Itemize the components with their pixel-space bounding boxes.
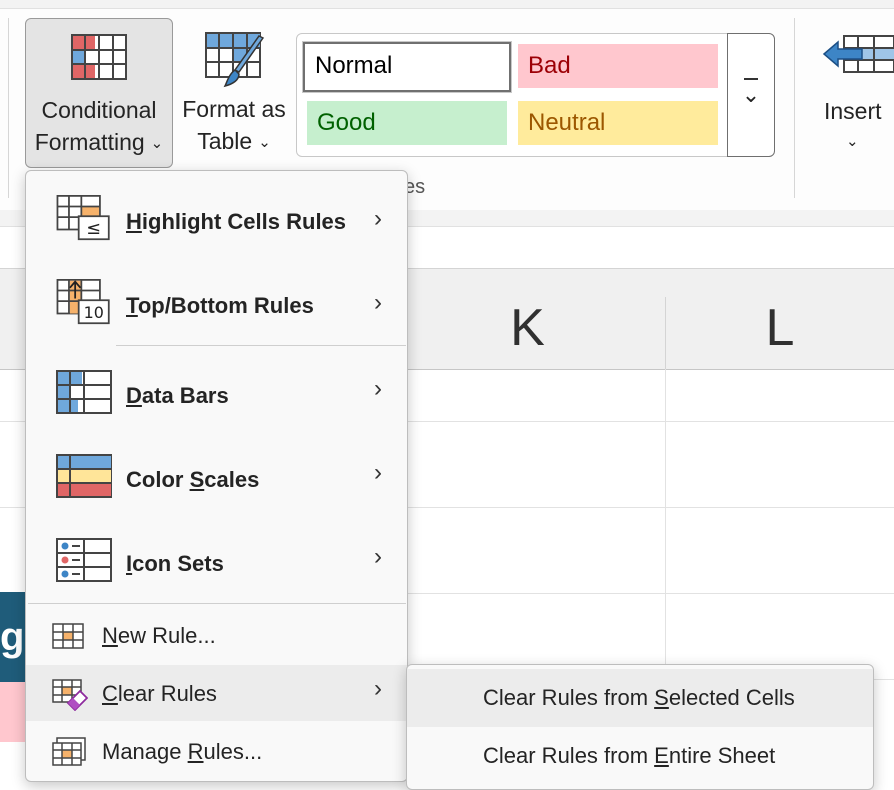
menu-item-new-rule[interactable]: New Rule... [26, 607, 407, 663]
menu-item-label: Manage Rules... [102, 739, 263, 764]
insert-button[interactable]: Insert ⌄ [812, 18, 894, 168]
ribbon-top-edge [0, 0, 894, 9]
menu-item-color-scales[interactable]: Color Scales › [26, 437, 407, 521]
chevron-right-icon: › [374, 375, 382, 402]
chevron-down-icon: ⌄ [258, 134, 271, 151]
format-as-table-label-line1: Format as [182, 96, 286, 122]
conditional-formatting-button[interactable]: Conditional Formatting ⌄ [25, 18, 173, 168]
chevron-down-icon: ⌄ [846, 133, 859, 150]
menu-item-label: Highlight Cells Rules [126, 209, 347, 234]
column-header-l[interactable]: L [666, 269, 894, 369]
highlight-cells-rules-icon: ≤ [56, 195, 110, 241]
new-rule-icon [52, 623, 84, 649]
insert-label: Insert [824, 98, 882, 124]
menu-item-highlight-cells-rules[interactable]: ≤ Highlight Cells Rules › [26, 179, 407, 263]
menu-item-label: Icon Sets [126, 551, 224, 576]
chevron-right-icon: › [374, 675, 382, 702]
menu-item-data-bars[interactable]: Data Bars › [26, 353, 407, 437]
conditional-formatting-menu: ≤ Highlight Cells Rules › 10 Top/Bottom … [25, 170, 408, 782]
menu-item-clear-rules[interactable]: Clear Rules › [26, 665, 407, 721]
gallery-more-button[interactable]: ⌄ [727, 33, 775, 157]
cell-style-bad[interactable]: Bad [518, 44, 718, 88]
menu-item-icon-sets[interactable]: Icon Sets › [26, 521, 407, 605]
menu-item-label: New Rule... [102, 623, 216, 648]
column-header-k[interactable]: K [390, 269, 665, 369]
icon-sets-icon [56, 538, 112, 582]
conditional-formatting-icon [71, 34, 127, 80]
format-as-table-label-line2: Table ⌄ [176, 126, 292, 160]
menu-item-label: Color Scales [126, 467, 260, 492]
submenu-item-clear-selected-cells[interactable]: Clear Rules from Selected Cells [407, 669, 873, 727]
chevron-down-icon: ⌄ [150, 135, 164, 152]
format-as-table-button[interactable]: Format as Table ⌄ [176, 18, 292, 168]
svg-text:10: 10 [84, 303, 104, 322]
clear-rules-icon [52, 679, 88, 711]
group-separator [794, 18, 795, 198]
cell-styles-gallery: Normal Bad Good Neutral ⌄ [296, 33, 775, 157]
submenu-item-clear-entire-sheet[interactable]: Clear Rules from Entire Sheet [407, 727, 873, 785]
menu-separator [116, 345, 406, 346]
cell-style-neutral[interactable]: Neutral [518, 101, 718, 145]
chevron-right-icon: › [374, 459, 382, 486]
color-scales-icon [56, 454, 112, 498]
cell-text-fragment: g [0, 615, 25, 659]
top-bottom-rules-icon: 10 [56, 279, 110, 325]
menu-item-label: Top/Bottom Rules [126, 293, 314, 318]
conditional-formatting-label-line1: Conditional [41, 97, 157, 123]
format-as-table-icon [205, 32, 265, 88]
chevron-right-icon: › [374, 543, 382, 570]
group-separator [8, 18, 9, 198]
menu-item-top-bottom-rules[interactable]: 10 Top/Bottom Rules › [26, 263, 407, 347]
insert-cells-icon [822, 35, 894, 73]
cell-pink-fill[interactable] [0, 682, 28, 742]
svg-text:≤: ≤ [86, 219, 101, 239]
clear-rules-submenu: Clear Rules from Selected Cells Clear Ru… [406, 664, 874, 790]
menu-item-manage-rules[interactable]: Manage Rules... [26, 723, 407, 779]
menu-item-label: Clear Rules [102, 681, 217, 706]
cell-style-normal[interactable]: Normal [302, 41, 512, 93]
cell-style-good[interactable]: Good [307, 101, 507, 145]
menu-item-label: Data Bars [126, 383, 229, 408]
menu-separator [28, 603, 406, 604]
conditional-formatting-label-line2: Formatting ⌄ [26, 127, 172, 161]
manage-rules-icon [52, 737, 86, 766]
chevron-right-icon: › [374, 289, 382, 316]
chevron-down-icon: ⌄ [728, 78, 774, 108]
data-bars-icon [56, 370, 112, 414]
chevron-right-icon: › [374, 205, 382, 232]
